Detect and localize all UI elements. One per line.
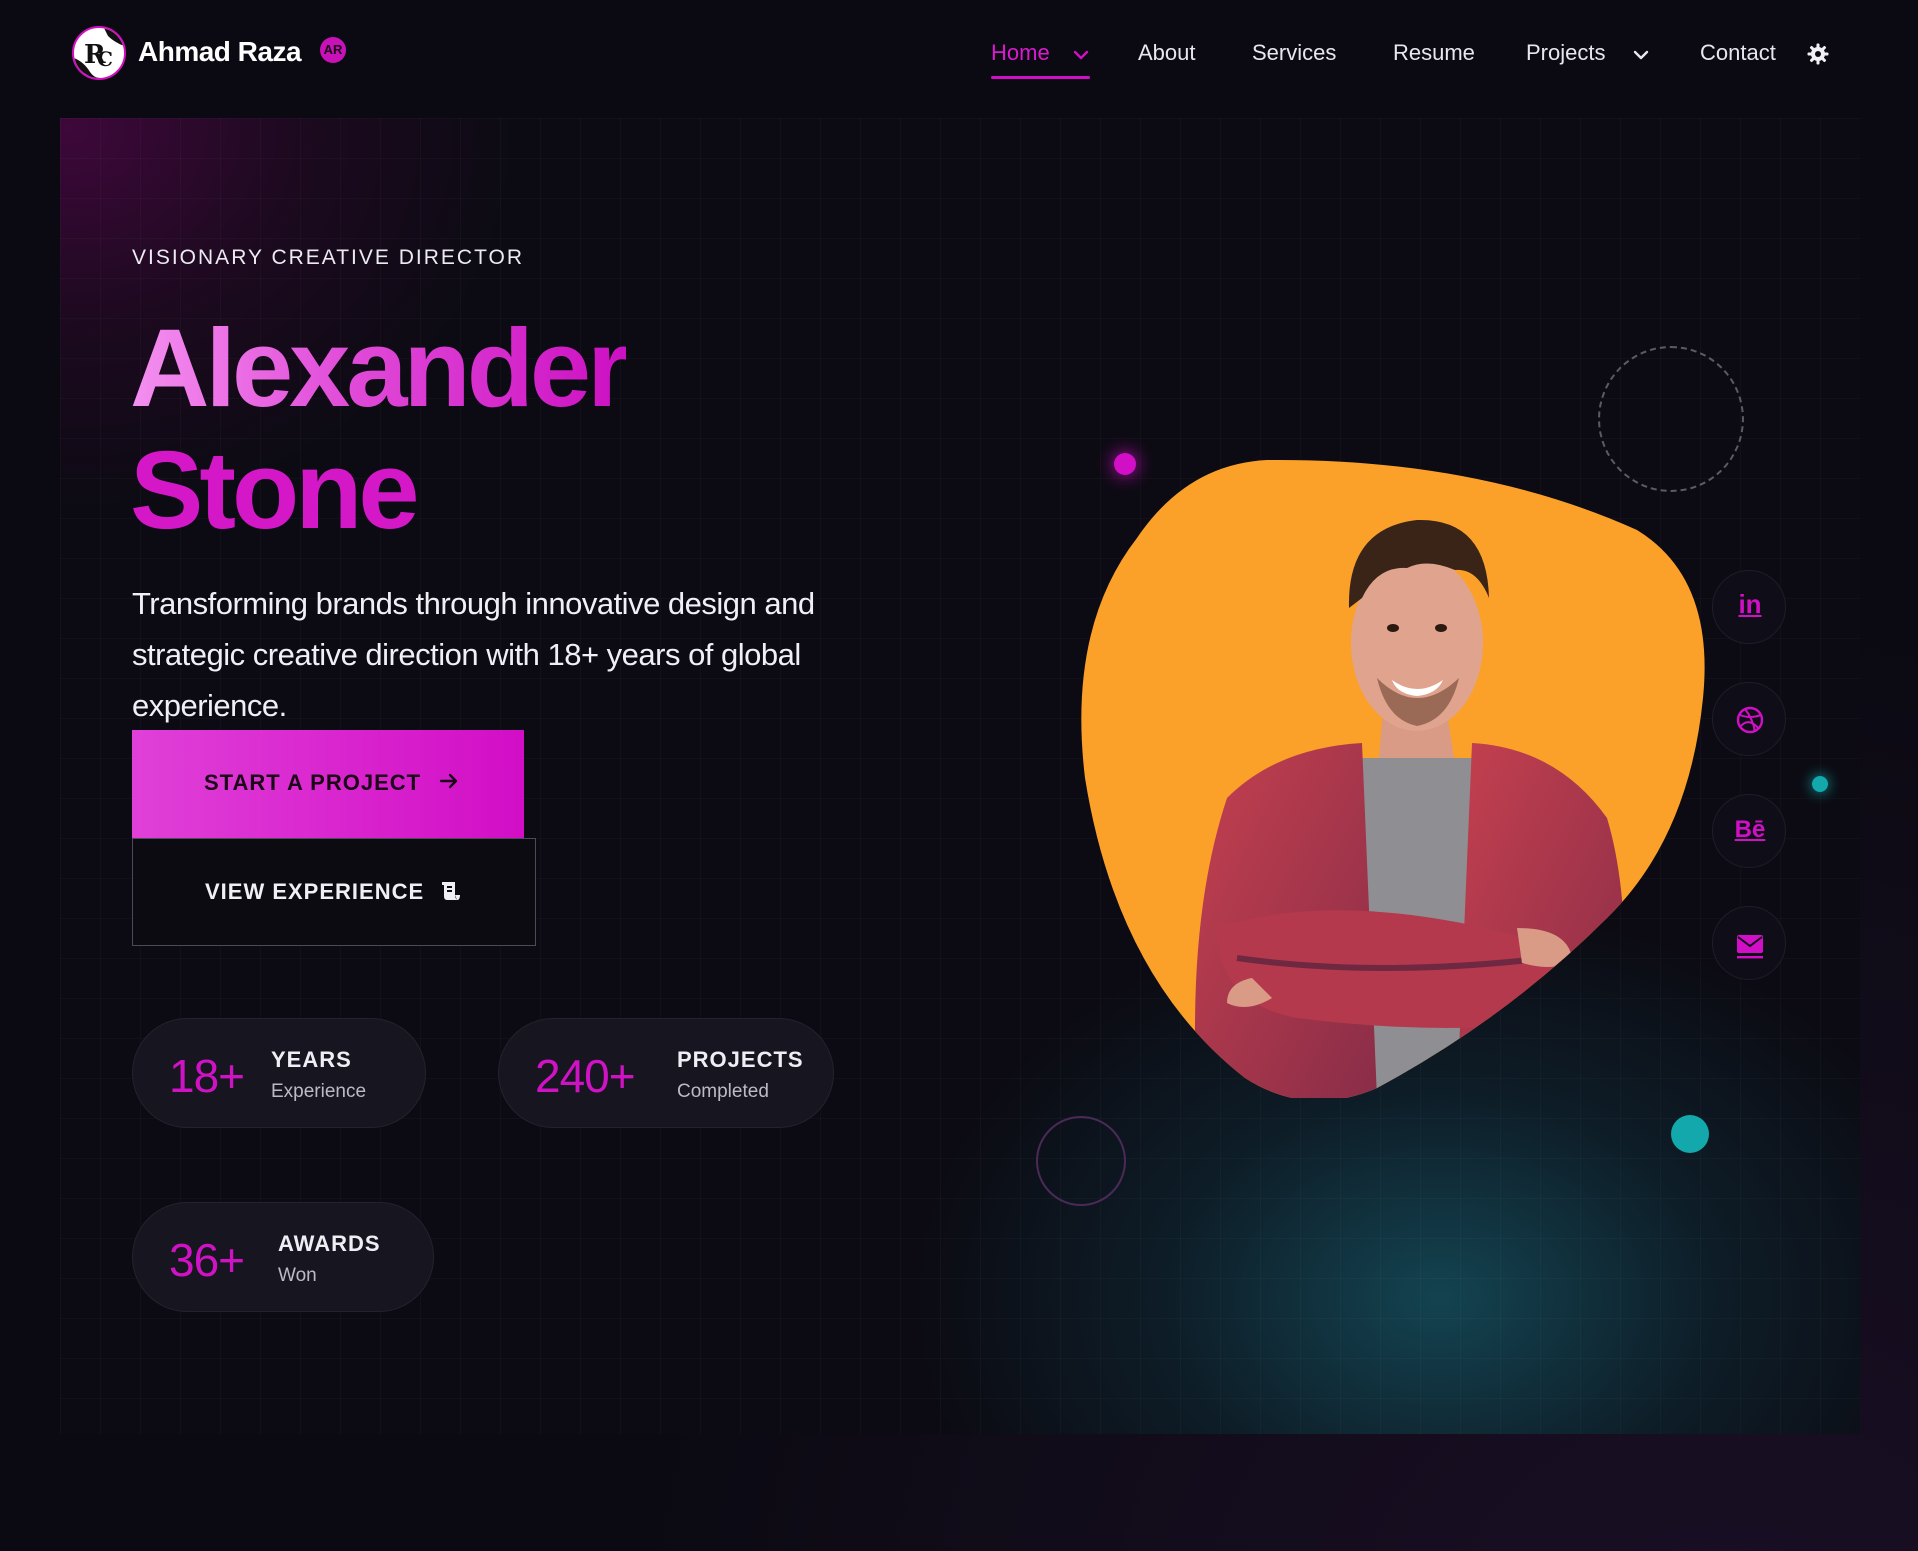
stat-subtitle: Completed [677,1081,769,1102]
hero-eyebrow: VISIONARY CREATIVE DIRECTOR [132,246,525,269]
stat-subtitle: Won [278,1265,317,1286]
nav-services[interactable]: Services [1252,40,1336,66]
view-experience-label: VIEW EXPERIENCE [205,879,425,904]
profile-photo [1081,459,1705,1098]
stat-title: AWARDS [278,1231,381,1256]
nav-projects[interactable]: Projects [1526,40,1605,66]
brand-name[interactable]: Ahmad Raza [138,36,302,68]
linkedin-button[interactable]: in [1712,570,1786,644]
svg-text:C: C [97,47,113,71]
chevron-down-icon[interactable] [1073,50,1089,60]
logo-mark-icon: R C [74,28,124,78]
mail-button[interactable] [1712,906,1786,980]
outline-circle-decoration [1036,1116,1126,1206]
nav-resume[interactable]: Resume [1393,40,1475,66]
hero-name-first: Alexander [130,307,630,430]
stat-value: 240+ [535,1050,636,1102]
stat-value: 18+ [169,1050,245,1102]
arrow-right-icon [439,773,458,789]
stat-awards: 36+ AWARDS Won [132,1202,434,1312]
stat-title: YEARS [271,1047,352,1072]
stat-subtitle: Experience [271,1081,367,1102]
start-project-label: START A PROJECT [204,770,422,795]
stat-projects: 240+ PROJECTS Completed [498,1018,834,1128]
mail-icon [1737,935,1763,959]
nav-home[interactable]: Home [991,40,1050,66]
behance-icon: Bē [1734,816,1766,843]
stat-value: 36+ [169,1234,245,1286]
linkedin-icon: in [1738,589,1762,619]
teal-dot-decoration [1812,776,1828,792]
hero-description: Transforming brands through innovative d… [132,586,815,723]
nav-about[interactable]: About [1138,40,1196,66]
nav-active-indicator [991,76,1090,79]
behance-button[interactable]: Bē [1712,794,1786,868]
view-experience-button[interactable]: VIEW EXPERIENCE [132,838,536,946]
stat-years: 18+ YEARS Experience [132,1018,426,1128]
chevron-down-icon[interactable] [1633,50,1649,60]
stat-title: PROJECTS [677,1047,804,1072]
gear-icon[interactable] [1806,42,1830,66]
start-project-button[interactable]: START A PROJECT [132,730,524,838]
hero-section: VISIONARY CREATIVE DIRECTOR Alexander St… [60,118,1860,1434]
brand-logo[interactable]: R C [72,26,126,80]
hero-name-last: Stone [130,429,420,552]
teal-circle-decoration [1671,1115,1709,1153]
dribbble-button[interactable] [1712,682,1786,756]
site-header: R C Ahmad Raza AR Home About Services Re… [0,0,1918,110]
brand-badge: AR [320,37,346,63]
nav-contact[interactable]: Contact [1700,40,1776,66]
scroll-icon [442,882,460,900]
dribbble-icon [1736,706,1764,734]
